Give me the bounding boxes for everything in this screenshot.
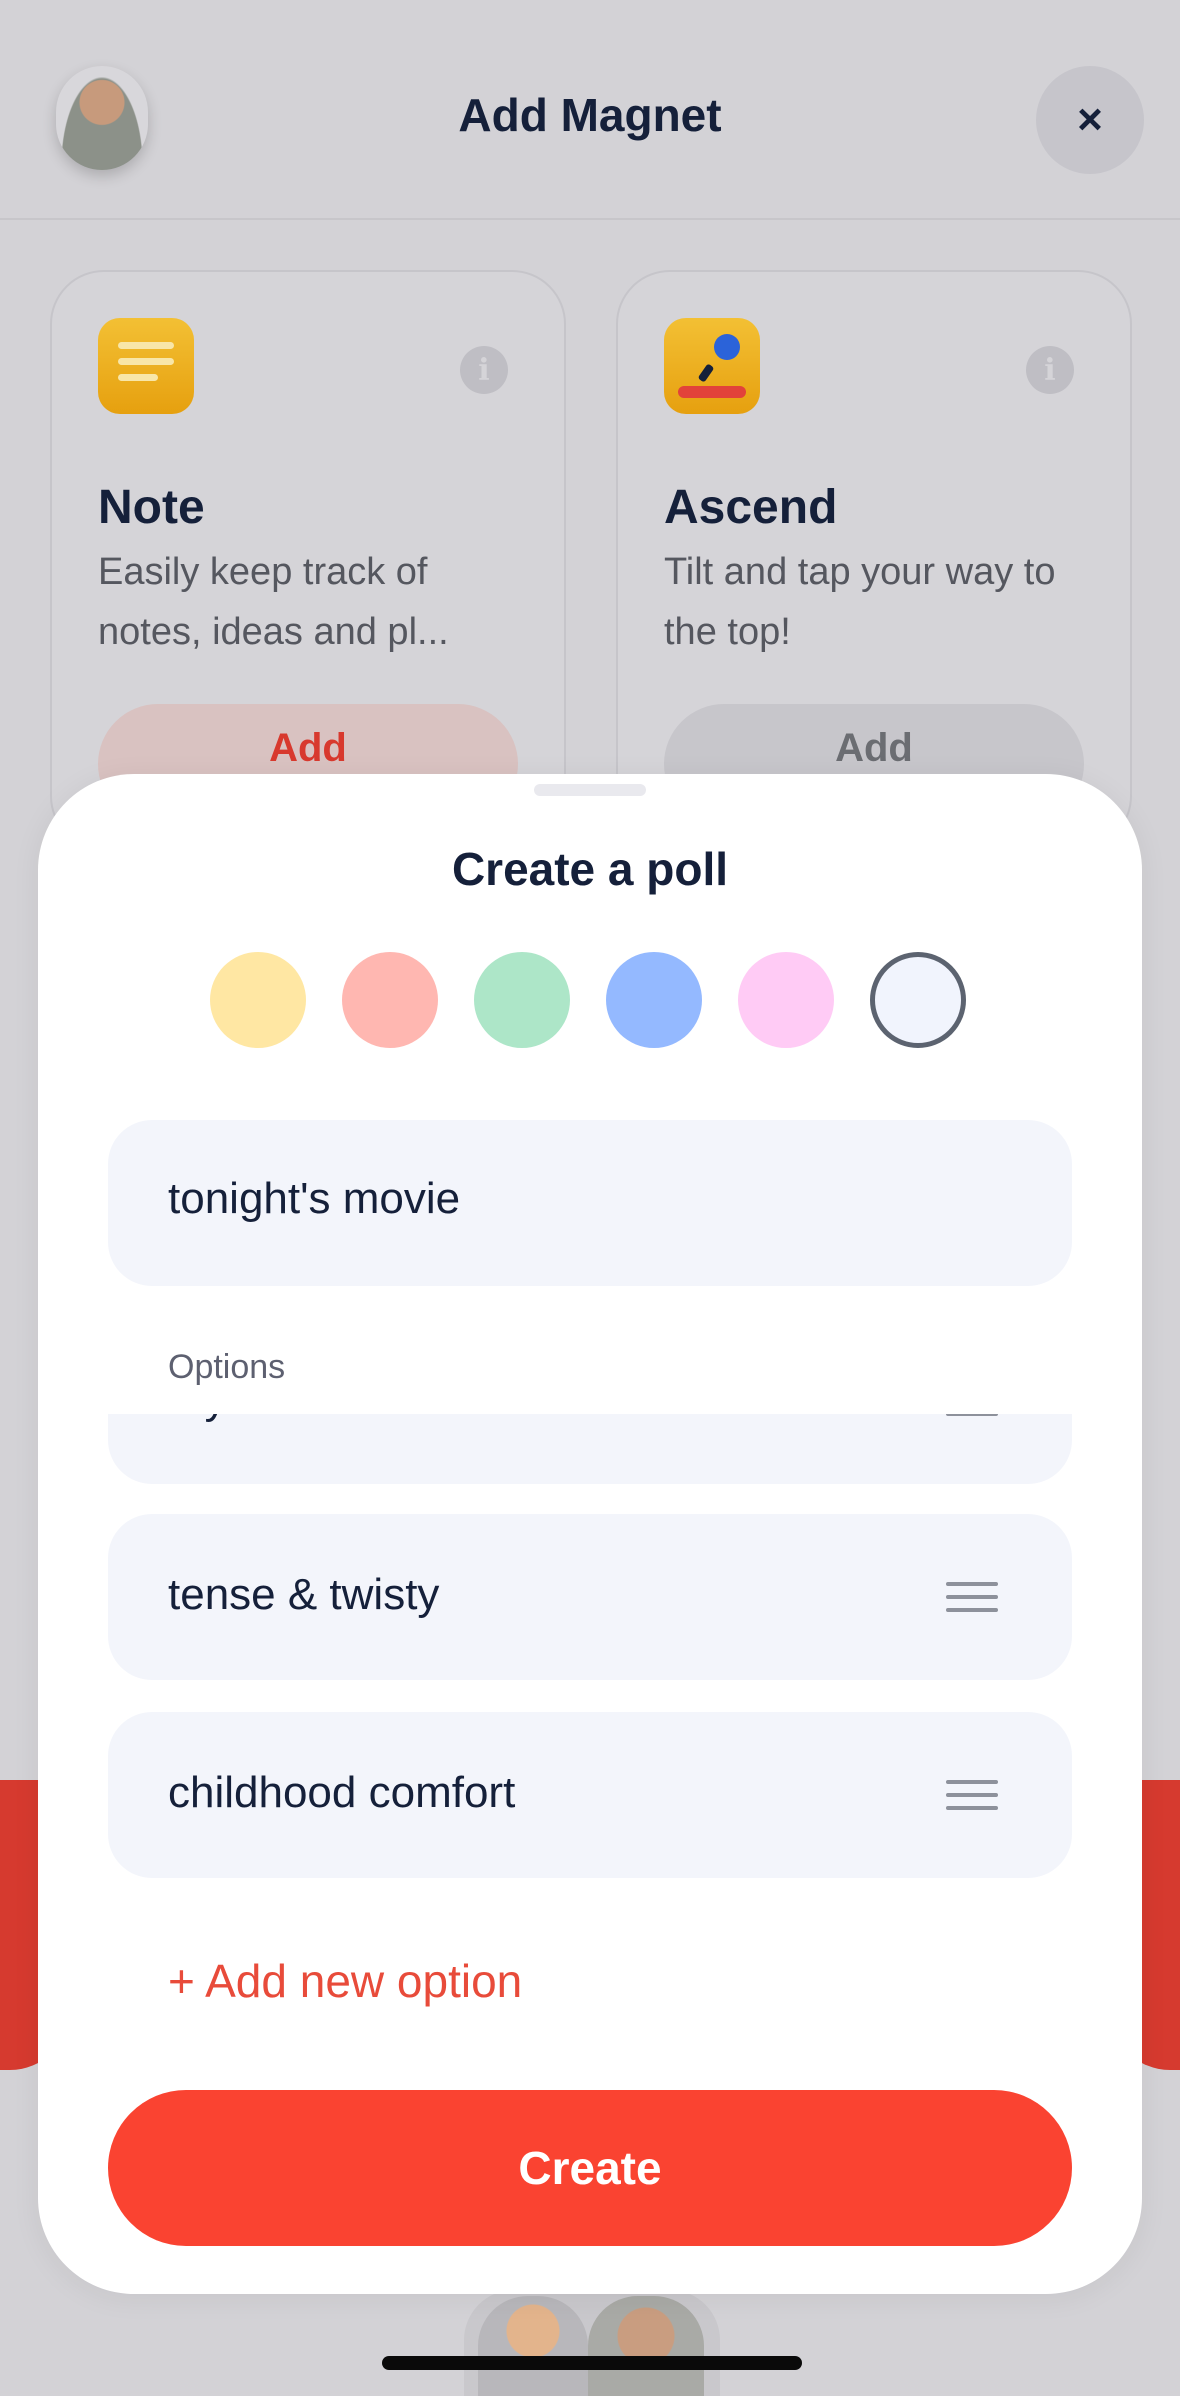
color-swatch[interactable] [342, 952, 438, 1048]
avatar [478, 2296, 588, 2396]
ascend-game-icon [664, 318, 760, 414]
color-swatch[interactable] [870, 952, 966, 1048]
info-icon[interactable]: i [460, 346, 508, 394]
color-swatch[interactable] [738, 952, 834, 1048]
close-icon: × [1077, 95, 1103, 144]
page-title: Add Magnet [458, 89, 722, 141]
avatar [588, 2296, 704, 2396]
magnet-title: Ascend [664, 481, 838, 534]
color-picker [210, 952, 970, 1050]
note-icon [98, 318, 194, 414]
option-text: cry a little [168, 1414, 354, 1424]
poll-option[interactable]: childhood comfort [108, 1712, 1072, 1878]
create-button[interactable]: Create [108, 2090, 1072, 2246]
member-avatars [464, 2290, 720, 2396]
color-swatch[interactable] [606, 952, 702, 1048]
magnet-card-ascend: i Ascend Tilt and tap your way to the to… [616, 270, 1132, 850]
sheet-grabber[interactable] [534, 784, 646, 796]
top-bar: Add Magnet × [0, 0, 1180, 220]
poll-option[interactable]: tense & twisty [108, 1514, 1072, 1680]
close-button[interactable]: × [1036, 66, 1144, 174]
poll-option[interactable]: cry a little [108, 1414, 1072, 1484]
add-option-button[interactable]: + Add new option [168, 1954, 522, 2008]
color-swatch[interactable] [474, 952, 570, 1048]
drag-handle-icon[interactable] [946, 1414, 998, 1425]
color-swatch[interactable] [210, 952, 306, 1048]
info-icon[interactable]: i [1026, 346, 1074, 394]
option-text: tense & twisty [168, 1570, 440, 1619]
magnet-card-note: i Note Easily keep track of notes, ideas… [50, 270, 566, 850]
options-label: Options [168, 1348, 286, 1386]
drag-handle-icon[interactable] [946, 1780, 998, 1819]
magnet-description: Tilt and tap your way to the top! [664, 551, 1056, 653]
sheet-title: Create a poll [451, 843, 729, 895]
home-indicator[interactable] [382, 2356, 802, 2370]
poll-question-input[interactable]: tonight's movie [108, 1120, 1072, 1286]
drag-handle-icon[interactable] [946, 1582, 998, 1621]
magnet-title: Note [98, 481, 205, 534]
option-text: childhood comfort [168, 1768, 516, 1817]
magnet-description: Easily keep track of notes, ideas and pl… [98, 551, 449, 653]
create-poll-sheet: Create a poll tonight's movie Options cr… [38, 774, 1142, 2294]
